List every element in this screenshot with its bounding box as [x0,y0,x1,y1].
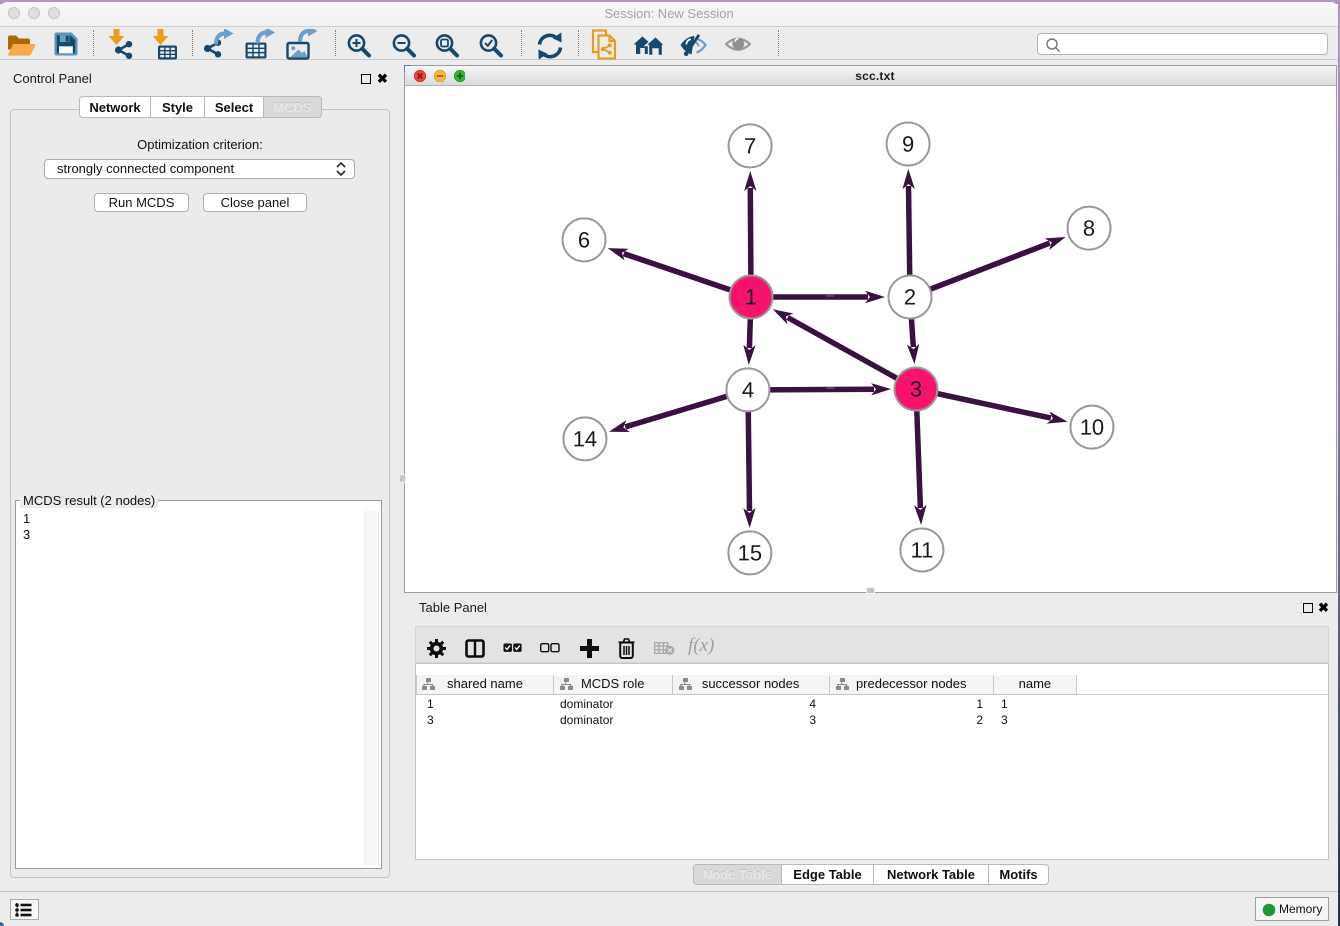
svg-text:6: 6 [578,227,590,252]
svg-text:15: 15 [738,540,762,565]
svg-text:8: 8 [1083,216,1095,241]
svg-text:14: 14 [573,426,597,451]
svg-text:3: 3 [910,377,922,402]
svg-text:7: 7 [744,133,756,158]
svg-text:9: 9 [902,132,914,157]
svg-text:4: 4 [742,377,754,402]
svg-text:11: 11 [910,538,933,563]
svg-text:1: 1 [745,284,757,309]
svg-text:2: 2 [904,285,916,310]
svg-text:10: 10 [1080,415,1104,440]
